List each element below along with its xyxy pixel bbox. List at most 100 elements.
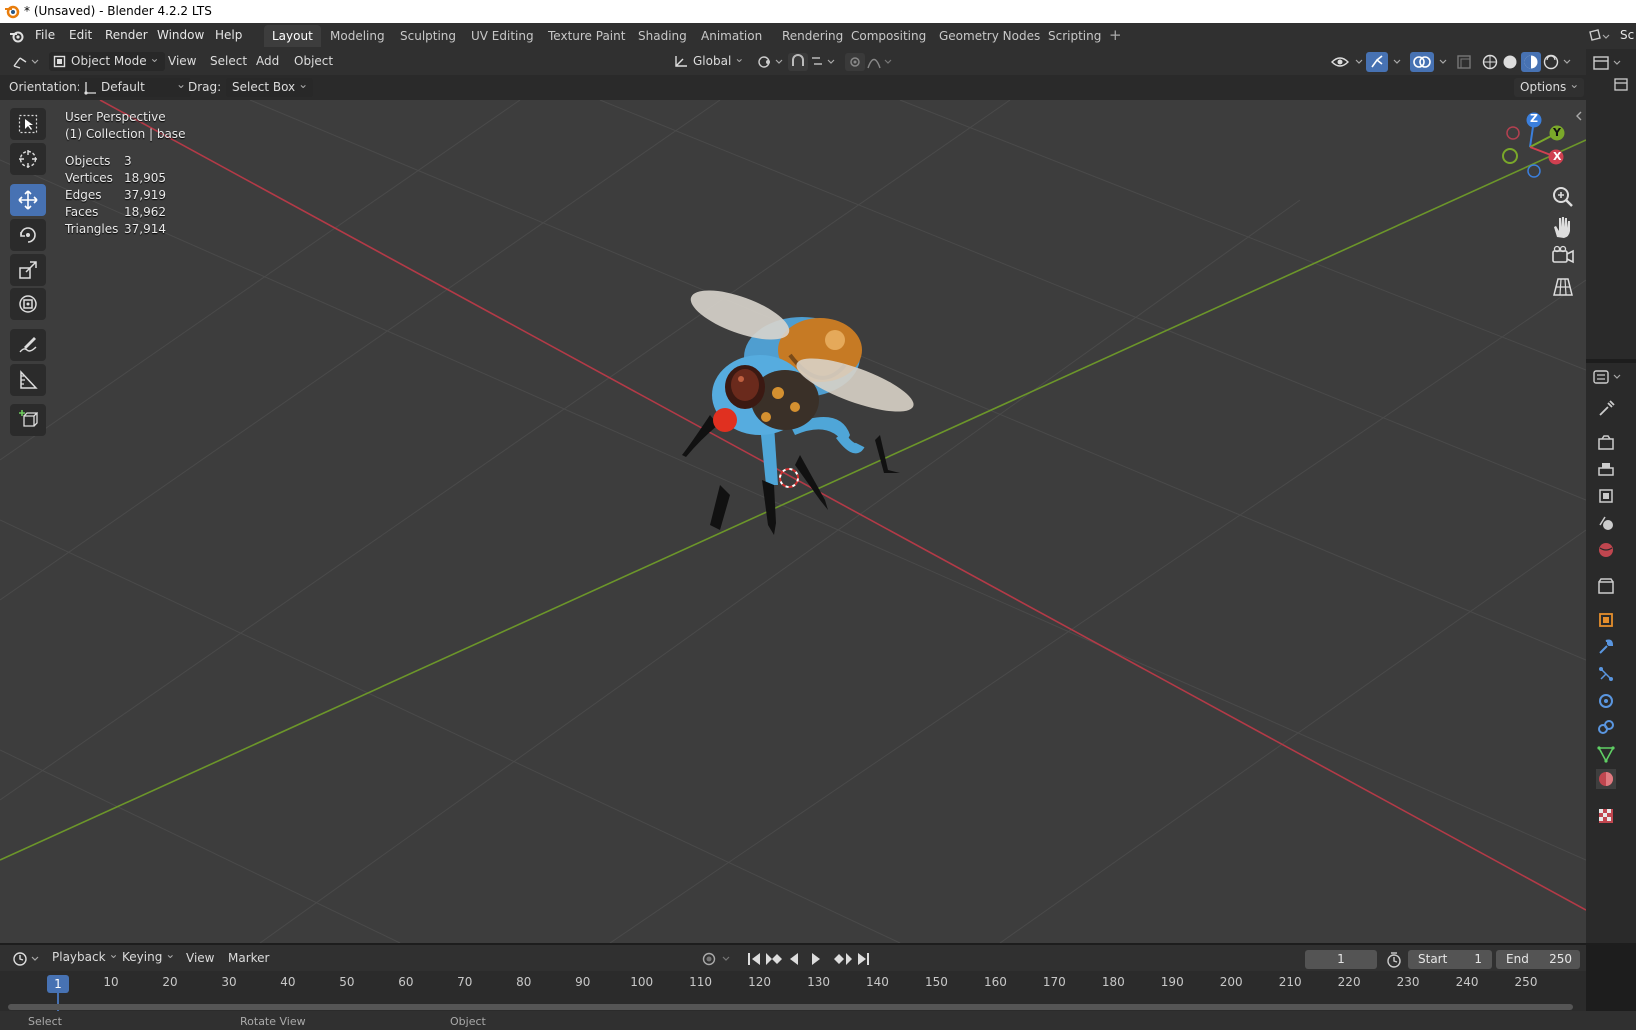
drag-setting-dropdown[interactable]: Select Box <box>226 75 314 97</box>
tab-texture-paint[interactable]: Texture Paint <box>540 25 633 47</box>
output-properties-icon[interactable] <box>1596 460 1616 480</box>
add-workspace-button[interactable]: + <box>1109 26 1122 44</box>
options-dropdown[interactable]: Options <box>1514 75 1585 97</box>
timeline-view-menu[interactable]: View <box>186 951 214 965</box>
menu-edit[interactable]: Edit <box>69 28 92 42</box>
tab-compositing[interactable]: Compositing <box>843 25 934 47</box>
timeline-tick-label: 240 <box>1455 975 1479 989</box>
timeline-ruler[interactable]: 1 10 20 30 40 50 60 70 80 90 100 110 120 130 140 150 160… <box>0 971 1586 1011</box>
stat-label-objects: Objects <box>65 154 111 168</box>
current-frame-field[interactable]: 1 <box>1305 950 1377 969</box>
tool-properties-icon[interactable] <box>1596 399 1616 419</box>
tab-animation[interactable]: Animation <box>693 25 770 47</box>
xray-toggle-icon[interactable] <box>1456 54 1472 70</box>
rotate-tool-icon <box>20 227 36 243</box>
tab-uv-editing[interactable]: UV Editing <box>463 25 542 47</box>
snap-icon[interactable] <box>788 53 838 71</box>
orientation-label: Global <box>693 54 732 68</box>
gizmo-z-label: Z <box>1530 112 1538 125</box>
tool-rotate[interactable] <box>10 219 46 251</box>
timeline-scrollbar[interactable] <box>8 1004 1573 1010</box>
3d-cursor-icon <box>779 468 799 488</box>
end-frame-field[interactable]: End 250 <box>1496 950 1580 969</box>
timeline-header: Playback Keying View Marker 1 Start 1 En… <box>0 943 1586 973</box>
world-properties-icon[interactable] <box>1596 540 1616 560</box>
menu-help[interactable]: Help <box>215 28 242 42</box>
modifier-properties-icon[interactable] <box>1596 637 1616 657</box>
pan-hand-icon[interactable] <box>1548 213 1578 241</box>
orientation-setting-dropdown[interactable]: Default <box>79 75 191 97</box>
bee-model[interactable] <box>670 285 930 535</box>
properties-editor-type-icon[interactable] <box>1592 369 1626 385</box>
editor-type-icon[interactable] <box>12 54 42 70</box>
blender-menu-icon[interactable] <box>9 28 25 44</box>
material-properties-icon[interactable] <box>1596 769 1616 789</box>
start-frame-field[interactable]: Start 1 <box>1408 950 1492 969</box>
gizmo-toggle-icon[interactable] <box>1366 52 1410 72</box>
scene-properties-icon[interactable] <box>1596 513 1616 533</box>
data-properties-icon[interactable] <box>1596 744 1616 764</box>
keying-menu[interactable]: Keying <box>116 945 181 967</box>
menu-file[interactable]: File <box>35 28 55 42</box>
pivot-point-icon[interactable] <box>755 54 785 70</box>
particles-properties-icon[interactable] <box>1596 664 1616 684</box>
tab-sculpting[interactable]: Sculpting <box>392 25 464 47</box>
timeline-tick-label: 130 <box>807 975 830 989</box>
tool-move[interactable] <box>10 184 46 216</box>
tab-rendering[interactable]: Rendering <box>774 25 851 47</box>
tool-select-box[interactable] <box>10 108 46 140</box>
stat-label-vertices: Vertices <box>65 171 113 185</box>
visibility-icon[interactable] <box>1330 53 1370 71</box>
menu-select[interactable]: Select <box>210 54 247 68</box>
playback-menu[interactable]: Playback <box>46 945 124 967</box>
sidebar-collapse-icon[interactable] <box>1574 110 1584 122</box>
physics-properties-icon[interactable] <box>1596 691 1616 711</box>
3d-viewport[interactable]: User Perspective (1) Collection | base O… <box>0 100 1586 943</box>
timeline-tick-label: 50 <box>339 975 355 989</box>
overlays-toggle-icon[interactable] <box>1410 52 1456 72</box>
collection-properties-icon[interactable] <box>1596 576 1616 596</box>
tool-measure[interactable] <box>10 364 46 396</box>
timeline-tick-label: 230 <box>1396 975 1420 989</box>
tool-annotate[interactable] <box>10 329 46 361</box>
scene-selector-icon[interactable] <box>1588 28 1610 44</box>
properties-panel-strip <box>1586 49 1636 943</box>
tab-modeling[interactable]: Modeling <box>322 25 393 47</box>
proportional-editing-icon[interactable] <box>845 53 895 71</box>
timeline-marker-menu[interactable]: Marker <box>228 951 269 965</box>
measure-tool-icon <box>20 370 38 389</box>
menu-render[interactable]: Render <box>105 28 148 42</box>
outliner-filter-icon[interactable] <box>1614 77 1634 93</box>
menu-add[interactable]: Add <box>256 54 279 68</box>
menu-view[interactable]: View <box>168 54 196 68</box>
tab-layout[interactable]: Layout <box>264 25 321 47</box>
perspective-toggle-icon[interactable] <box>1548 273 1578 301</box>
menu-object[interactable]: Object <box>294 54 333 68</box>
camera-view-icon[interactable] <box>1548 243 1578 271</box>
timeline-editor-type-icon[interactable] <box>12 951 42 967</box>
transform-orientation-dropdown[interactable]: Global <box>669 49 750 71</box>
mode-dropdown[interactable]: Object Mode <box>49 49 165 71</box>
tab-geometry-nodes[interactable]: Geometry Nodes <box>931 25 1048 47</box>
render-properties-icon[interactable] <box>1596 433 1616 453</box>
tool-cursor[interactable] <box>10 143 46 175</box>
constraints-properties-icon[interactable] <box>1596 717 1616 737</box>
object-properties-icon[interactable] <box>1596 610 1616 630</box>
menu-window[interactable]: Window <box>157 28 204 42</box>
texture-properties-icon[interactable] <box>1596 806 1616 826</box>
auto-keying-icon[interactable] <box>700 951 736 967</box>
scene-name[interactable]: Sc <box>1620 28 1634 42</box>
outliner-editor-type-icon[interactable] <box>1592 55 1626 71</box>
tool-transform[interactable] <box>10 288 46 320</box>
zoom-icon[interactable] <box>1548 183 1578 211</box>
tab-shading[interactable]: Shading <box>630 25 695 47</box>
tool-add-cube[interactable] <box>10 404 46 436</box>
tool-scale[interactable] <box>10 254 46 286</box>
start-frame-label: Start <box>1418 952 1448 966</box>
view-layer-properties-icon[interactable] <box>1596 486 1616 506</box>
tab-scripting[interactable]: Scripting <box>1040 25 1109 47</box>
timeline-tick-label: 190 <box>1160 975 1184 989</box>
stat-value-objects: 3 <box>124 154 132 168</box>
preview-range-icon[interactable] <box>1385 951 1403 969</box>
orientation-setting-label: Orientation: <box>9 80 81 94</box>
